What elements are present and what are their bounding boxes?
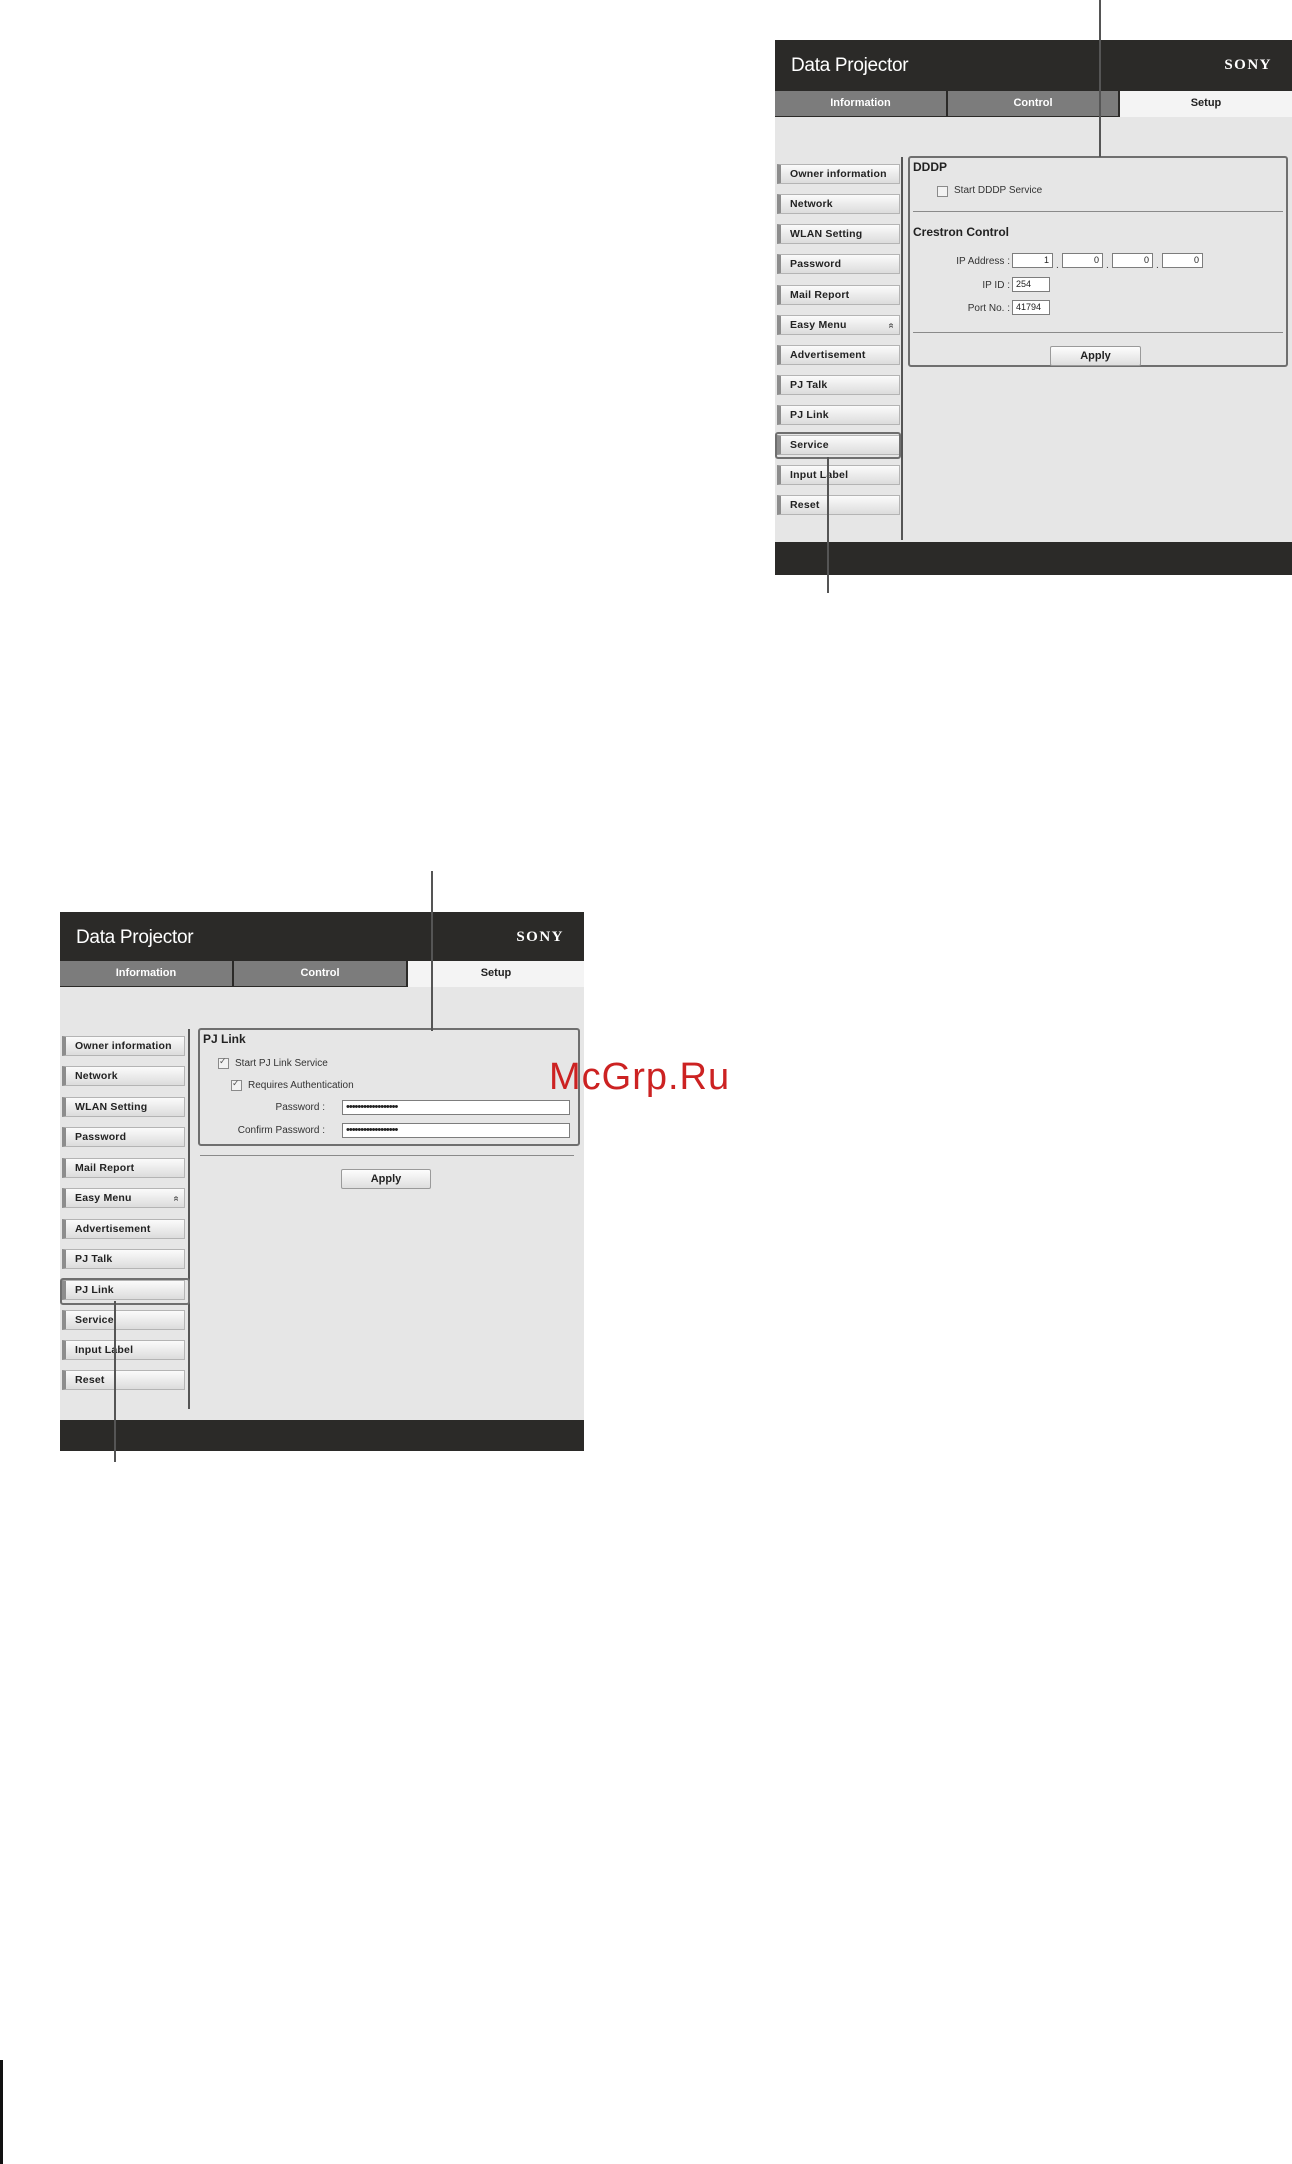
dddp-heading: DDDP: [913, 160, 948, 174]
tab-information[interactable]: Information: [60, 961, 234, 986]
app-title: Data Projector: [791, 55, 909, 76]
requires-authentication-label: Requires Authentication: [248, 1080, 354, 1091]
start-pj-link-checkbox[interactable]: [218, 1056, 229, 1069]
tab-setup[interactable]: Setup: [408, 961, 584, 987]
sony-logo: SONY: [1224, 57, 1272, 73]
callout-line: [1099, 0, 1101, 157]
sidebar-item-advertisement[interactable]: Advertisement: [62, 1219, 185, 1239]
confirm-password-input[interactable]: ••••••••••••••••••: [342, 1123, 570, 1138]
pj-link-page-screenshot: Data Projector SONY Information Control …: [60, 912, 584, 1451]
port-no-label: Port No. :: [967, 303, 1010, 314]
watermark-text: McGrp.Ru: [549, 1056, 731, 1098]
service-highlight-box: [775, 432, 901, 459]
ip-octet-3-input[interactable]: 0: [1112, 253, 1153, 268]
sidebar-item-easy-menu[interactable]: Easy Menu »: [62, 1188, 185, 1208]
footer-bar: [60, 1420, 584, 1451]
ip-id-input[interactable]: 254: [1012, 277, 1050, 292]
chevron-double-icon: »: [170, 1195, 182, 1202]
sidebar-item-service[interactable]: Service: [62, 1310, 185, 1330]
apply-button[interactable]: Apply: [341, 1169, 431, 1189]
tab-bar: Information Control Setup: [775, 91, 1292, 117]
sidebar-item-input-label[interactable]: Input Label: [777, 465, 900, 485]
sidebar-divider: [188, 1029, 190, 1409]
ip-separator: .: [1106, 260, 1109, 271]
footer-bar: [775, 542, 1292, 575]
chevron-double-icon: »: [885, 322, 897, 329]
sidebar-item-pj-link[interactable]: PJ Link: [777, 405, 900, 425]
section-divider: [913, 211, 1283, 212]
header-bar: Data Projector SONY: [775, 40, 1292, 91]
sidebar-item-owner-information[interactable]: Owner information: [62, 1036, 185, 1056]
app-title: Data Projector: [76, 927, 194, 948]
sidebar-divider: [901, 157, 903, 540]
sidebar-item-mail-report[interactable]: Mail Report: [62, 1158, 185, 1178]
ip-octet-2-input[interactable]: 0: [1062, 253, 1103, 268]
sidebar-item-mail-report[interactable]: Mail Report: [777, 285, 900, 305]
service-page-screenshot: Data Projector SONY Information Control …: [775, 40, 1292, 575]
password-label: Password :: [275, 1102, 325, 1113]
confirm-password-label: Confirm Password :: [237, 1125, 325, 1136]
ip-octet-4-input[interactable]: 0: [1162, 253, 1203, 268]
password-input[interactable]: ••••••••••••••••••: [342, 1100, 570, 1115]
port-no-input[interactable]: 41794: [1012, 300, 1050, 315]
sidebar-item-label: Easy Menu: [790, 319, 847, 331]
tab-bar: Information Control Setup: [60, 961, 584, 987]
ip-separator: .: [1156, 260, 1159, 271]
ip-address-label: IP Address :: [956, 256, 1010, 267]
section-divider: [200, 1155, 574, 1156]
ip-separator: .: [1056, 260, 1059, 271]
sidebar-item-network[interactable]: Network: [62, 1066, 185, 1086]
sidebar-item-owner-information[interactable]: Owner information: [777, 164, 900, 184]
sidebar-item-input-label[interactable]: Input Label: [62, 1340, 185, 1360]
callout-line: [114, 1301, 116, 1462]
pj-link-heading: PJ Link: [203, 1032, 246, 1046]
crestron-heading: Crestron Control: [913, 225, 1009, 239]
header-bar: Data Projector SONY: [60, 912, 584, 961]
sidebar-item-password[interactable]: Password: [62, 1127, 185, 1147]
sidebar-item-password[interactable]: Password: [777, 254, 900, 274]
start-pj-link-label: Start PJ Link Service: [235, 1058, 328, 1069]
sidebar-item-network[interactable]: Network: [777, 194, 900, 214]
sony-logo: SONY: [516, 929, 564, 945]
apply-button[interactable]: Apply: [1050, 346, 1141, 366]
callout-line: [431, 871, 433, 1031]
sidebar-item-label: Easy Menu: [75, 1192, 132, 1204]
requires-authentication-checkbox[interactable]: [231, 1078, 242, 1091]
pj-link-highlight-box: [60, 1278, 190, 1305]
tab-information[interactable]: Information: [775, 91, 948, 116]
sidebar-item-advertisement[interactable]: Advertisement: [777, 345, 900, 365]
sidebar-item-pj-talk[interactable]: PJ Talk: [777, 375, 900, 395]
ip-octet-1-input[interactable]: 1: [1012, 253, 1053, 268]
page-edge-marker: [0, 2060, 3, 2164]
sidebar-item-wlan-setting[interactable]: WLAN Setting: [62, 1097, 185, 1117]
tab-control[interactable]: Control: [234, 961, 408, 986]
tab-control[interactable]: Control: [948, 91, 1120, 116]
sidebar-item-reset[interactable]: Reset: [777, 495, 900, 515]
sidebar-item-pj-talk[interactable]: PJ Talk: [62, 1249, 185, 1269]
start-dddp-label: Start DDDP Service: [954, 185, 1043, 196]
start-dddp-checkbox[interactable]: [937, 186, 948, 197]
section-divider: [913, 332, 1283, 333]
sidebar-item-wlan-setting[interactable]: WLAN Setting: [777, 224, 900, 244]
sidebar-item-reset[interactable]: Reset: [62, 1370, 185, 1390]
sidebar-item-easy-menu[interactable]: Easy Menu »: [777, 315, 900, 335]
ip-id-label: IP ID :: [982, 280, 1010, 291]
tab-setup[interactable]: Setup: [1120, 91, 1292, 117]
callout-line: [827, 457, 829, 593]
